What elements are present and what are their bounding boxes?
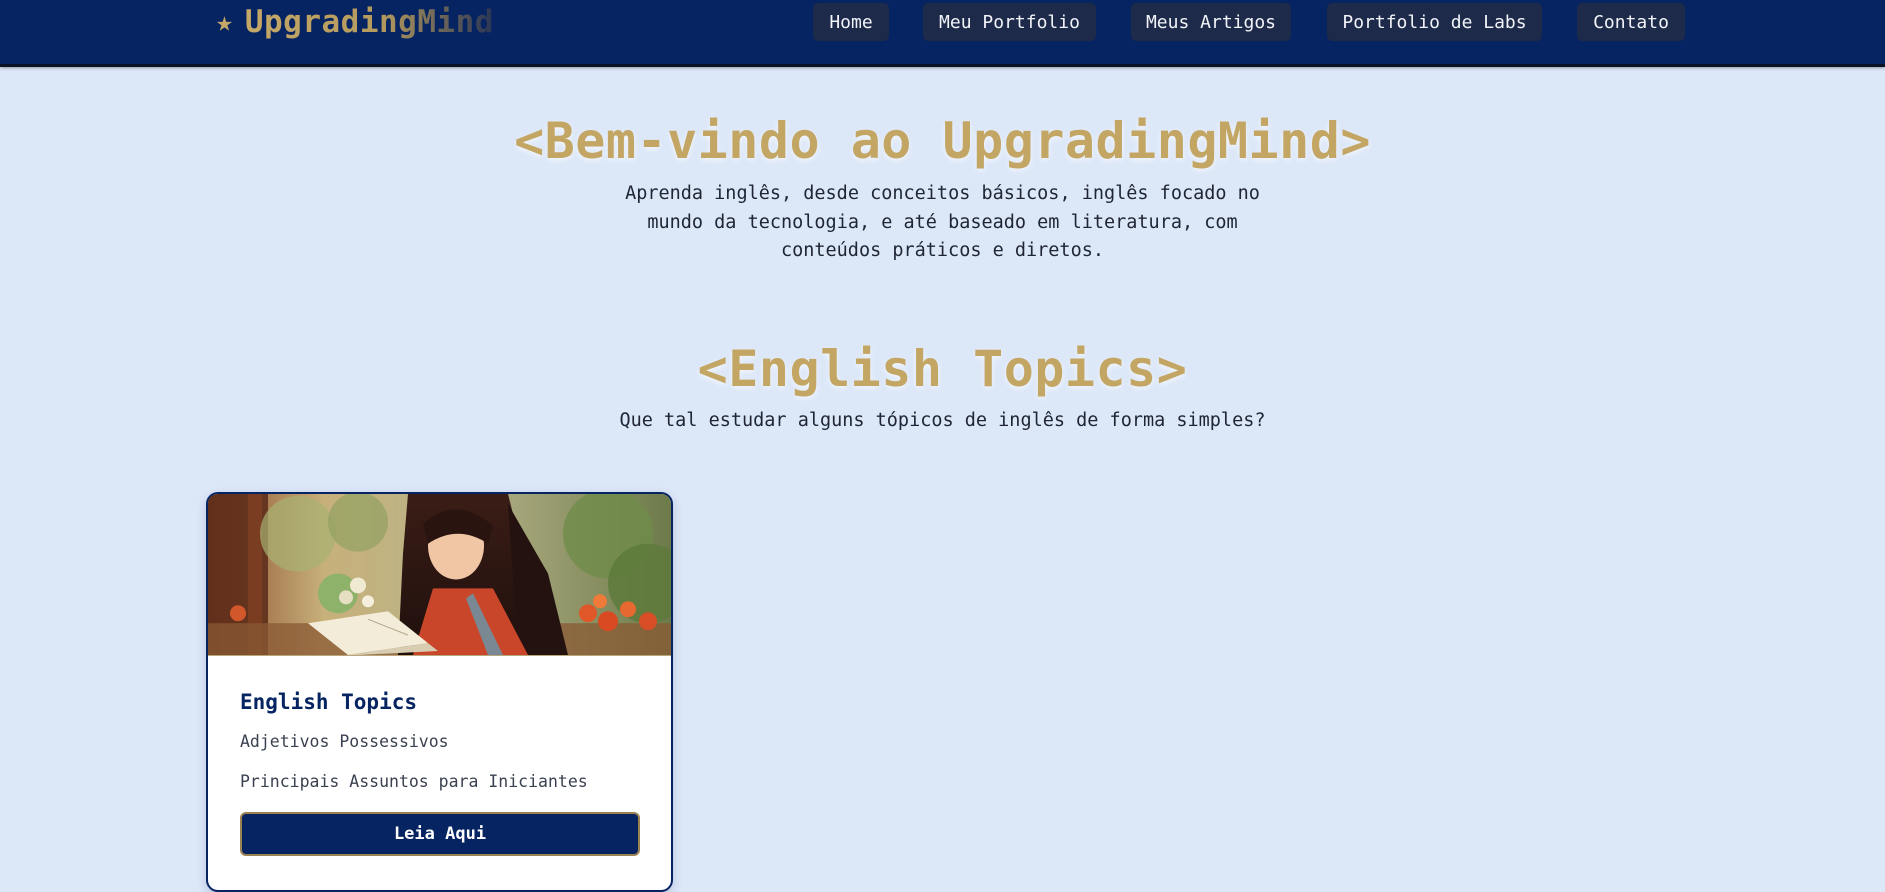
read-here-button[interactable]: Leia Aqui [240, 812, 640, 856]
card-title: English Topics [240, 690, 418, 714]
card-item-principais-assuntos[interactable]: Principais Assuntos para Iniciantes [240, 772, 588, 791]
topics-subtitle: Que tal estudar alguns tópicos de inglês… [619, 410, 1266, 431]
hero-subtitle: Aprenda inglês, desde conceitos básicos,… [625, 183, 1260, 261]
star-icon: ★ [216, 5, 233, 38]
nav-meus-artigos[interactable]: Meus Artigos [1131, 3, 1291, 41]
topic-card: English Topics Adjetivos Possessivos Pri… [206, 492, 673, 892]
brand-logo[interactable]: ★ UpgradingMind [216, 2, 494, 42]
topics-title: <English Topics> [697, 340, 1188, 398]
nav-meu-portfolio[interactable]: Meu Portfolio [923, 3, 1096, 41]
nav-portfolio-de-labs[interactable]: Portfolio de Labs [1327, 3, 1542, 41]
card-item-adjetivos-possessivos[interactable]: Adjetivos Possessivos [240, 732, 449, 751]
nav-home[interactable]: Home [813, 3, 889, 41]
hero-title: <Bem-vindo ao UpgradingMind> [514, 112, 1371, 170]
nav-contato[interactable]: Contato [1577, 3, 1685, 41]
top-navbar: ★ UpgradingMind Home Meu Portfolio Meus … [0, 0, 1885, 67]
brand-name: UpgradingMind [244, 4, 494, 40]
card-illustration [208, 494, 671, 656]
